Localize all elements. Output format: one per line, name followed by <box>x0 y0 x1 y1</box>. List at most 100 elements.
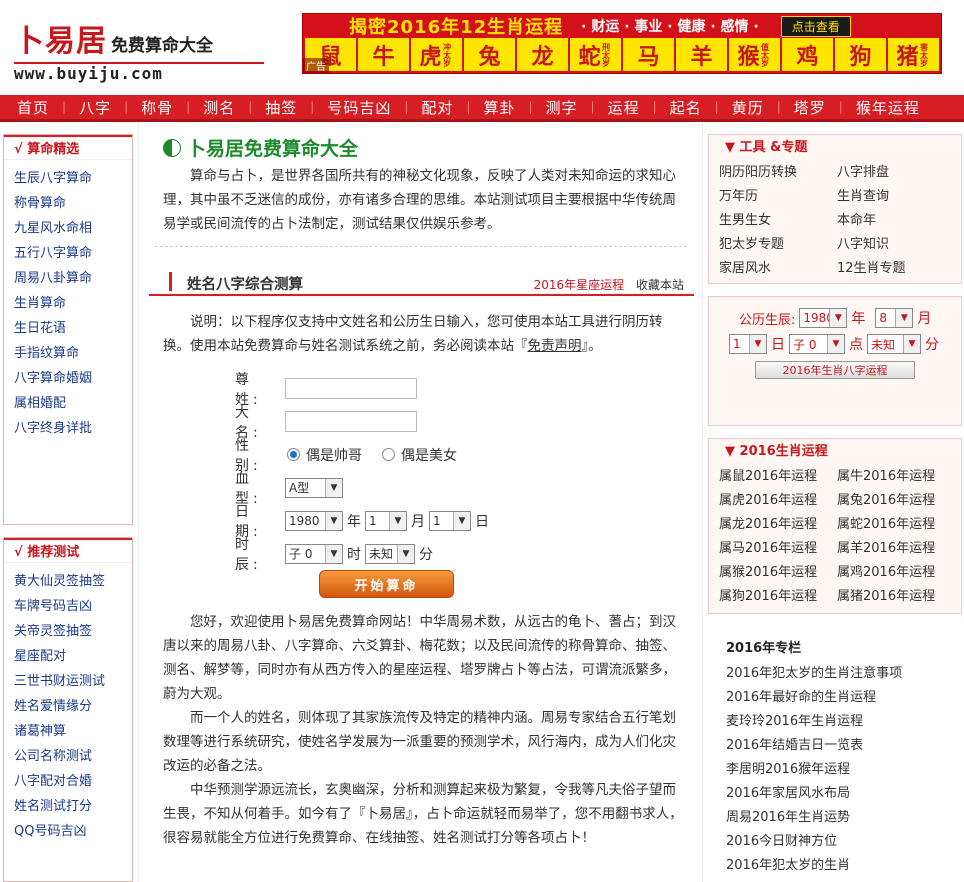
sidebar-link[interactable]: 车牌号码吉凶 <box>14 594 132 619</box>
sidebar-link[interactable]: QQ号码吉凶 <box>14 819 132 844</box>
sidebar-link[interactable]: 星座配对 <box>14 644 132 669</box>
topic-link[interactable]: 2016年结婚吉日一览表 <box>726 734 958 758</box>
nav-item[interactable]: 抽签 <box>252 97 310 118</box>
zodiac-cell[interactable]: 羊 <box>676 38 727 71</box>
tool-link[interactable]: 生男生女 <box>719 209 837 233</box>
topic-link[interactable]: 麦玲玲2016年生肖运程 <box>726 710 958 734</box>
gender-male-radio[interactable] <box>287 448 300 461</box>
zodiac-cell[interactable]: 龙 <box>517 38 568 71</box>
tool-link[interactable]: 阴历阳历转换 <box>719 161 837 185</box>
cal-minute-select[interactable]: 未知 ▼ <box>867 334 921 354</box>
nav-item[interactable]: 首页 <box>4 97 62 118</box>
sidebar-link[interactable]: 称骨算命 <box>14 191 132 216</box>
zodiac-cell[interactable]: 狗 <box>835 38 886 71</box>
topic-link[interactable]: 李居明2016猴年运程 <box>726 758 958 782</box>
zodiac-cell[interactable]: 马 <box>623 38 674 71</box>
banner-view-button[interactable]: 点击查看 <box>780 15 851 37</box>
nav-item[interactable]: 配对 <box>408 97 466 118</box>
given-name-input[interactable] <box>285 411 417 432</box>
tool-link[interactable]: 万年历 <box>719 185 837 209</box>
sidebar-link[interactable]: 属相婚配 <box>14 391 132 416</box>
zodiac-yun-link[interactable]: 属猴2016年运程 <box>719 561 837 585</box>
tool-link[interactable]: 八字排盘 <box>837 161 955 185</box>
zodiac-yun-link[interactable]: 属虎2016年运程 <box>719 489 837 513</box>
zodiac-cell[interactable]: 兔 <box>464 38 515 71</box>
zodiac-bazi-button[interactable]: 2016年生肖八字运程 <box>755 361 915 379</box>
nav-item[interactable]: 黄历 <box>719 97 777 118</box>
topic-link[interactable]: 2016年犯太岁的生肖 <box>726 854 958 878</box>
nav-item[interactable]: 测字 <box>533 97 591 118</box>
site-logo[interactable]: 卜易居 免费算命大全 www.buyiju.com <box>14 16 274 83</box>
sidebar-link[interactable]: 八字算命婚姻 <box>14 366 132 391</box>
topic-link[interactable]: 2016今日财神方位 <box>726 830 958 854</box>
nav-item[interactable]: 算卦 <box>470 97 528 118</box>
bookmark-link[interactable]: 收藏本站 <box>636 278 684 292</box>
zodiac-cell[interactable]: 蛇刑太岁 <box>570 38 621 71</box>
disclaimer-link[interactable]: 免责声明 <box>528 338 582 354</box>
topic-link[interactable]: 周易2016年生肖运势 <box>726 806 958 830</box>
tool-link[interactable]: 12生肖专题 <box>837 257 955 281</box>
gender-female-radio[interactable] <box>382 448 395 461</box>
sidebar-link[interactable]: 五行八字算命 <box>14 241 132 266</box>
sidebar-link[interactable]: 姓名爱情缘分 <box>14 694 132 719</box>
zodiac-yun-link[interactable]: 属兔2016年运程 <box>837 489 955 513</box>
start-fortune-button[interactable]: 开始算命 <box>319 570 454 598</box>
sidebar-link[interactable]: 八字终身详批 <box>14 416 132 441</box>
nav-item[interactable]: 起名 <box>657 97 715 118</box>
nav-item[interactable]: 称骨 <box>128 97 186 118</box>
zodiac-cell[interactable]: 猪害太岁 <box>888 38 939 71</box>
zodiac-yun-link[interactable]: 属鸡2016年运程 <box>837 561 955 585</box>
blood-type-select[interactable]: A型 ▼ <box>285 477 343 498</box>
sidebar-link[interactable]: 周易八卦算命 <box>14 266 132 291</box>
zodiac-yun-link[interactable]: 属羊2016年运程 <box>837 537 955 561</box>
day-select[interactable]: 1 ▼ <box>429 510 471 531</box>
zodiac-yun-link[interactable]: 属龙2016年运程 <box>719 513 837 537</box>
sidebar-link[interactable]: 姓名测试打分 <box>14 794 132 819</box>
surname-input[interactable] <box>285 378 417 399</box>
zodiac-cell[interactable]: 猴值太岁 <box>729 38 780 71</box>
nav-item[interactable]: 猴年运程 <box>843 97 933 118</box>
month-select[interactable]: 1 ▼ <box>365 510 407 531</box>
cal-year-select[interactable]: 1980 ▼ <box>799 308 848 328</box>
tool-link[interactable]: 生肖查询 <box>837 185 955 209</box>
sidebar-link[interactable]: 三世书财运测试 <box>14 669 132 694</box>
sidebar-link[interactable]: 关帝灵签抽签 <box>14 619 132 644</box>
cal-day-select[interactable]: 1 ▼ <box>729 334 767 354</box>
cal-month-select[interactable]: 8 ▼ <box>875 308 914 328</box>
topic-link[interactable]: 2016年家居风水布局 <box>726 782 958 806</box>
zodiac-cell[interactable]: 虎冲太岁 <box>411 38 462 71</box>
zodiac-yun-link[interactable]: 属狗2016年运程 <box>719 585 837 609</box>
zodiac-yun-link[interactable]: 属鼠2016年运程 <box>719 465 837 489</box>
nav-item[interactable]: 八字 <box>66 97 124 118</box>
sidebar-link[interactable]: 生辰八字算命 <box>14 166 132 191</box>
sidebar-link[interactable]: 八字配对合婚 <box>14 769 132 794</box>
year-select[interactable]: 1980 ▼ <box>285 510 343 531</box>
topic-link[interactable]: 2016年最好命的生肖运程 <box>726 686 958 710</box>
sidebar-link[interactable]: 公司名称测试 <box>14 744 132 769</box>
zodiac-cell[interactable]: 牛 <box>358 38 409 71</box>
cal-hour-select[interactable]: 子 0 ▼ <box>789 334 845 354</box>
tool-link[interactable]: 家居风水 <box>719 257 837 281</box>
tool-link[interactable]: 八字知识 <box>837 233 955 257</box>
hour-select[interactable]: 子 0 ▼ <box>285 543 343 564</box>
nav-item[interactable]: 号码吉凶 <box>314 97 404 118</box>
zodiac-yun-link[interactable]: 属马2016年运程 <box>719 537 837 561</box>
sidebar-link[interactable]: 诸葛神算 <box>14 719 132 744</box>
nav-item[interactable]: 塔罗 <box>781 97 839 118</box>
sidebar-link[interactable]: 九星风水命相 <box>14 216 132 241</box>
nav-item[interactable]: 测名 <box>190 97 248 118</box>
sidebar-link[interactable]: 生肖算命 <box>14 291 132 316</box>
minute-select[interactable]: 未知 ▼ <box>365 543 415 564</box>
zodiac-banner-ad[interactable]: 揭密2016年12生肖运程 · 财运 · 事业 · 健康 · 感情 · 点击查看… <box>302 13 942 74</box>
tool-link[interactable]: 犯太岁专题 <box>719 233 837 257</box>
horoscope-link[interactable]: 2016年星座运程 <box>534 278 625 292</box>
zodiac-cell[interactable]: 鸡 <box>782 38 833 71</box>
sidebar-link[interactable]: 生日花语 <box>14 316 132 341</box>
zodiac-yun-link[interactable]: 属蛇2016年运程 <box>837 513 955 537</box>
nav-item[interactable]: 运程 <box>595 97 653 118</box>
sidebar-link[interactable]: 手指纹算命 <box>14 341 132 366</box>
topic-link[interactable]: 2016年犯太岁的生肖注意事项 <box>726 662 958 686</box>
sidebar-link[interactable]: 黄大仙灵签抽签 <box>14 569 132 594</box>
zodiac-yun-link[interactable]: 属猪2016年运程 <box>837 585 955 609</box>
zodiac-yun-link[interactable]: 属牛2016年运程 <box>837 465 955 489</box>
